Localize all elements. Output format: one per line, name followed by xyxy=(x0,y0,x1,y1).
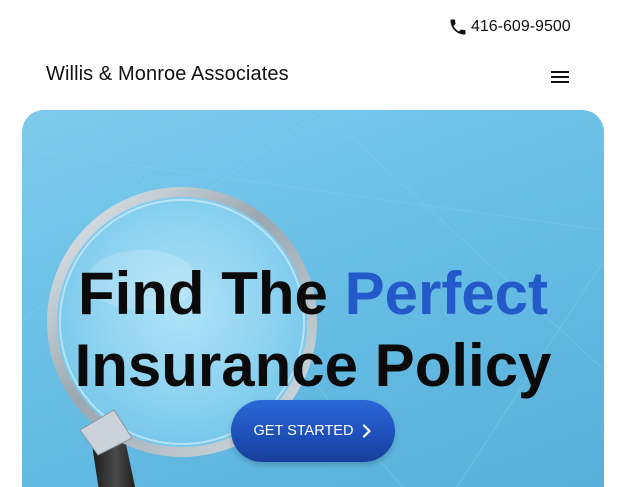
chevron-right-icon xyxy=(363,424,372,438)
headline-part2: Insurance Policy xyxy=(74,332,552,399)
phone-link[interactable]: 416-609-9500 xyxy=(448,14,571,40)
page: 416-609-9500 Willis & Monroe Associates xyxy=(0,0,625,487)
site-logo-text[interactable]: Willis & Monroe Associates xyxy=(46,63,289,86)
phone-icon xyxy=(450,19,466,35)
phone-number: 416-609-9500 xyxy=(471,18,571,35)
hero-section: Find The Perfect Insurance Policy GET ST… xyxy=(22,110,604,487)
headline-part1: Find The xyxy=(77,260,345,327)
hamburger-menu-icon[interactable] xyxy=(549,66,571,88)
get-started-label: GET STARTED xyxy=(253,423,354,439)
get-started-button[interactable]: GET STARTED xyxy=(231,400,395,462)
headline-accent: Perfect xyxy=(344,260,549,327)
hero-headline: Find The Perfect Insurance Policy xyxy=(22,258,604,402)
